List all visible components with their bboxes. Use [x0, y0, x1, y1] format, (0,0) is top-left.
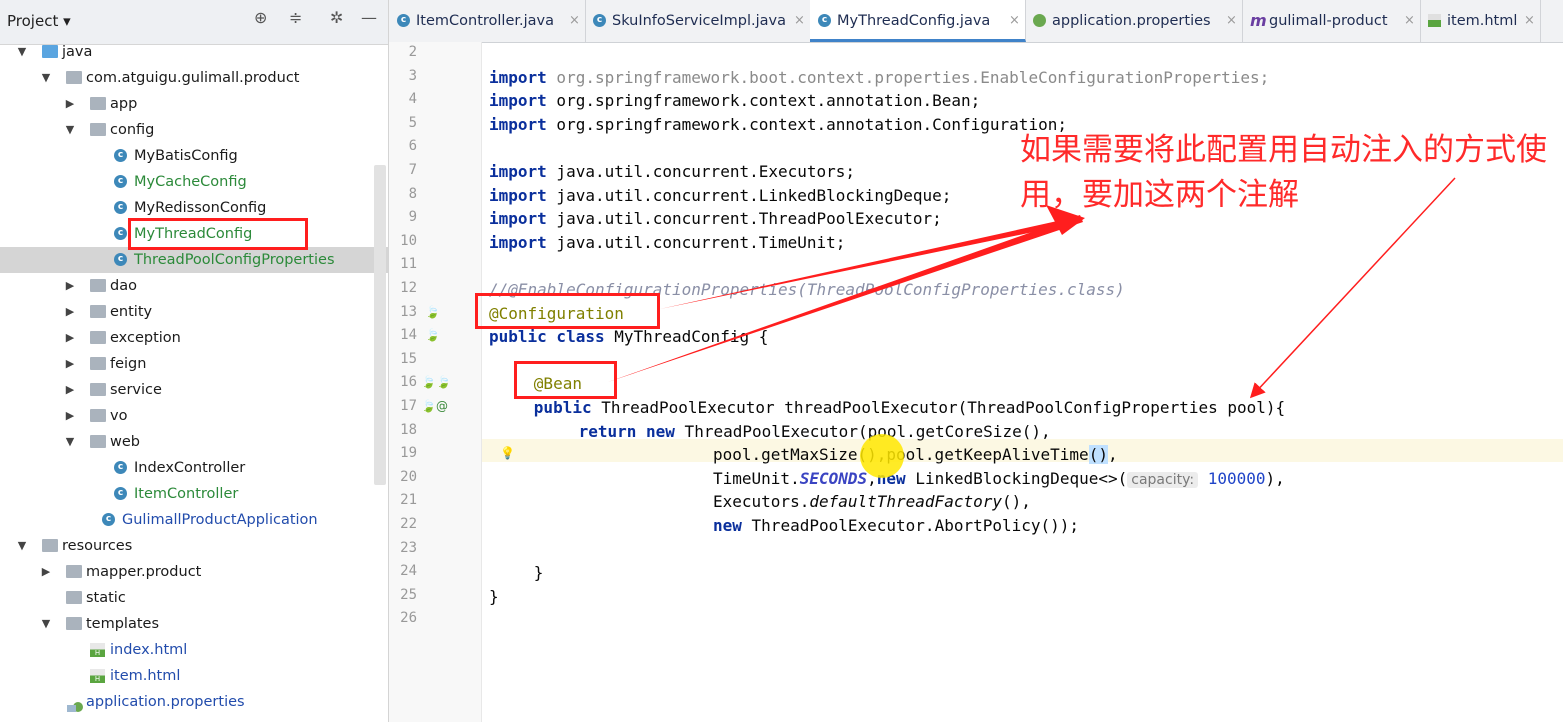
- arrow-to-bean: [608, 215, 1083, 382]
- arrow-to-configuration: [660, 216, 1082, 309]
- annotation-text: 如果需要将此配置用自动注入的方式使用，要加这两个注解: [1020, 132, 1547, 213]
- annotation-arrows: [608, 177, 1456, 399]
